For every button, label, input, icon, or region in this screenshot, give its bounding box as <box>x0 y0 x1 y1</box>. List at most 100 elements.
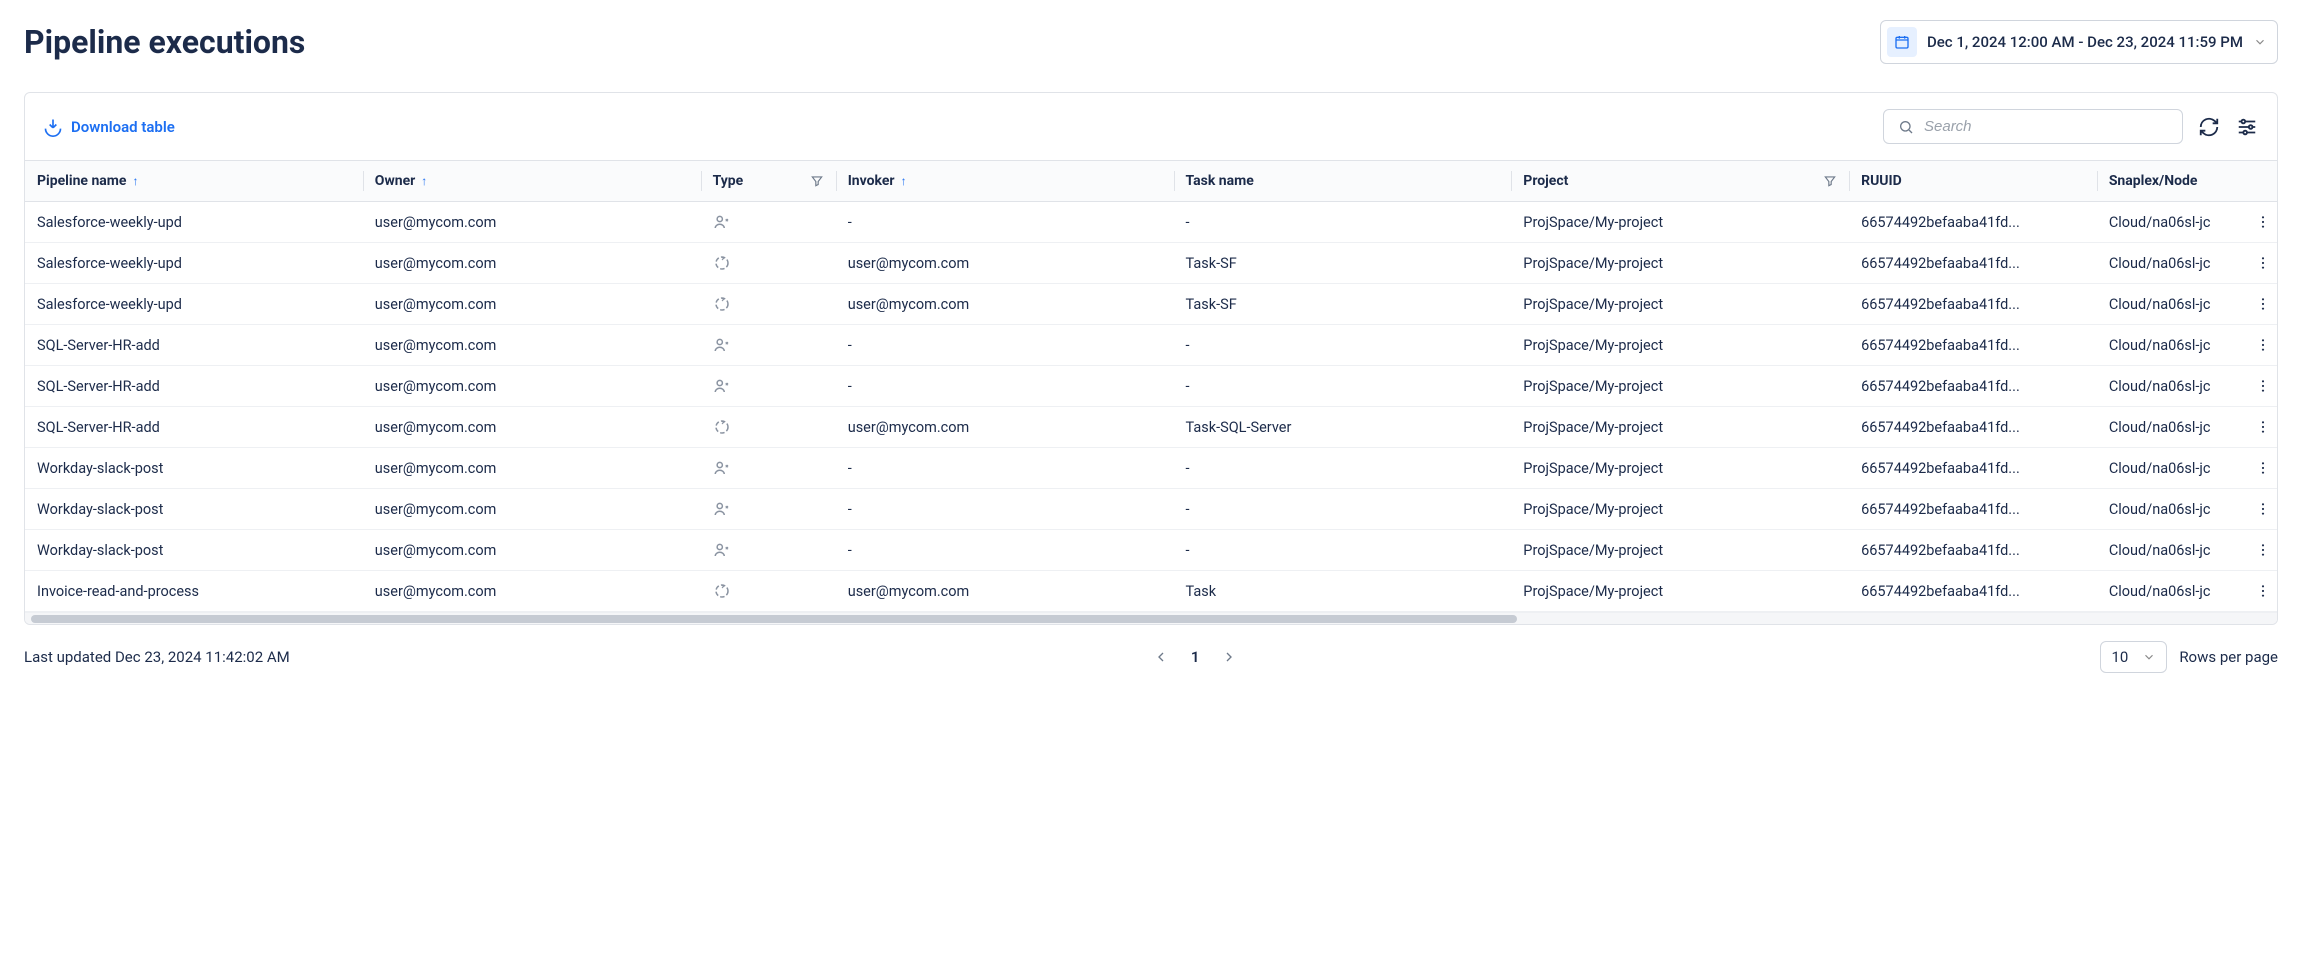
page-title: Pipeline executions <box>24 23 305 61</box>
cell-invoker: user@mycom.com <box>836 407 1174 448</box>
cell-pipeline: SQL-Server-HR-add <box>25 366 363 407</box>
cell-ruuid: 66574492befaaba41fd... <box>1849 530 2097 571</box>
date-range-picker[interactable]: Dec 1, 2024 12:00 AM - Dec 23, 2024 11:5… <box>1880 20 2278 64</box>
col-label: Pipeline name <box>37 173 127 189</box>
current-page: 1 <box>1191 648 1200 666</box>
sort-asc-icon: ↑ <box>901 174 907 188</box>
cell-task: - <box>1174 325 1512 366</box>
col-label: Type <box>713 173 744 189</box>
rows-per-page-label: Rows per page <box>2179 648 2278 666</box>
user-icon <box>713 541 824 559</box>
cell-pipeline: Salesforce-weekly-upd <box>25 243 363 284</box>
row-actions-button[interactable] <box>2255 296 2271 312</box>
download-table-button[interactable]: Download table <box>43 117 175 137</box>
cell-project: ProjSpace/My-project <box>1511 407 1849 448</box>
table-row[interactable]: SQL-Server-HR-adduser@mycom.com--ProjSpa… <box>25 366 2277 407</box>
col-ruuid[interactable]: RUUID <box>1849 161 2097 202</box>
cell-project: ProjSpace/My-project <box>1511 202 1849 243</box>
table-row[interactable]: Workday-slack-postuser@mycom.com--ProjSp… <box>25 530 2277 571</box>
cell-ruuid: 66574492befaaba41fd... <box>1849 366 2097 407</box>
table-row[interactable]: Workday-slack-postuser@mycom.com--ProjSp… <box>25 448 2277 489</box>
cell-invoker: - <box>836 530 1174 571</box>
cell-pipeline: Workday-slack-post <box>25 448 363 489</box>
row-actions-button[interactable] <box>2255 583 2271 599</box>
calendar-icon <box>1887 27 1917 57</box>
cell-type <box>701 571 836 612</box>
cell-invoker: - <box>836 202 1174 243</box>
settings-button[interactable] <box>2235 115 2259 139</box>
cell-owner: user@mycom.com <box>363 571 701 612</box>
cell-snaplex: Cloud/na06sl-jc <box>2097 448 2277 489</box>
row-actions-button[interactable] <box>2255 337 2271 353</box>
cell-invoker: - <box>836 366 1174 407</box>
row-actions-button[interactable] <box>2255 378 2271 394</box>
row-actions-button[interactable] <box>2255 460 2271 476</box>
auto-icon <box>713 295 824 313</box>
filter-icon[interactable] <box>1823 174 1837 188</box>
cell-owner: user@mycom.com <box>363 489 701 530</box>
row-actions-button[interactable] <box>2255 501 2271 517</box>
table-row[interactable]: Invoice-read-and-processuser@mycom.comus… <box>25 571 2277 612</box>
page-header: Pipeline executions Dec 1, 2024 12:00 AM… <box>24 20 2278 64</box>
executions-table: Pipeline name↑ Owner↑ Type Invoker↑ <box>25 160 2277 612</box>
col-project[interactable]: Project <box>1511 161 1849 202</box>
table-footer: Last updated Dec 23, 2024 11:42:02 AM 1 … <box>24 641 2278 673</box>
cell-pipeline: Salesforce-weekly-upd <box>25 284 363 325</box>
col-snaplex[interactable]: Snaplex/Node <box>2097 161 2277 202</box>
col-invoker[interactable]: Invoker↑ <box>836 161 1174 202</box>
cell-snaplex: Cloud/na06sl-jc <box>2097 407 2277 448</box>
cell-invoker: user@mycom.com <box>836 243 1174 284</box>
cell-pipeline: Salesforce-weekly-upd <box>25 202 363 243</box>
table-row[interactable]: Salesforce-weekly-upduser@mycom.com--Pro… <box>25 202 2277 243</box>
cell-pipeline: Workday-slack-post <box>25 489 363 530</box>
download-label: Download table <box>71 118 175 136</box>
cell-ruuid: 66574492befaaba41fd... <box>1849 284 2097 325</box>
row-actions-button[interactable] <box>2255 542 2271 558</box>
sort-asc-icon: ↑ <box>133 174 139 188</box>
scrollbar-thumb[interactable] <box>31 615 1517 623</box>
search-box[interactable] <box>1883 109 2183 144</box>
search-icon <box>1898 119 1914 135</box>
cell-task: - <box>1174 202 1512 243</box>
prev-page-button[interactable] <box>1153 649 1169 665</box>
cell-project: ProjSpace/My-project <box>1511 284 1849 325</box>
cell-snaplex: Cloud/na06sl-jc <box>2097 284 2277 325</box>
table-row[interactable]: Salesforce-weekly-upduser@mycom.comuser@… <box>25 284 2277 325</box>
table-row[interactable]: Salesforce-weekly-upduser@mycom.comuser@… <box>25 243 2277 284</box>
search-input[interactable] <box>1924 118 2168 135</box>
col-label: RUUID <box>1861 173 1902 189</box>
cell-owner: user@mycom.com <box>363 243 701 284</box>
col-task-name[interactable]: Task name <box>1174 161 1512 202</box>
cell-pipeline: Invoice-read-and-process <box>25 571 363 612</box>
cell-project: ProjSpace/My-project <box>1511 571 1849 612</box>
table-row[interactable]: SQL-Server-HR-adduser@mycom.com--ProjSpa… <box>25 325 2277 366</box>
row-actions-button[interactable] <box>2255 419 2271 435</box>
user-icon <box>713 377 824 395</box>
table-row[interactable]: Workday-slack-postuser@mycom.com--ProjSp… <box>25 489 2277 530</box>
cell-ruuid: 66574492befaaba41fd... <box>1849 407 2097 448</box>
refresh-button[interactable] <box>2197 115 2221 139</box>
table-row[interactable]: SQL-Server-HR-adduser@mycom.comuser@myco… <box>25 407 2277 448</box>
cell-task: - <box>1174 448 1512 489</box>
row-actions-button[interactable] <box>2255 255 2271 271</box>
horizontal-scrollbar[interactable] <box>25 612 2277 624</box>
cell-snaplex: Cloud/na06sl-jc <box>2097 489 2277 530</box>
cell-snaplex: Cloud/na06sl-jc <box>2097 366 2277 407</box>
cell-task: - <box>1174 489 1512 530</box>
col-label: Owner <box>375 173 415 189</box>
cell-project: ProjSpace/My-project <box>1511 366 1849 407</box>
filter-icon[interactable] <box>810 174 824 188</box>
cell-snaplex: Cloud/na06sl-jc <box>2097 571 2277 612</box>
col-owner[interactable]: Owner↑ <box>363 161 701 202</box>
next-page-button[interactable] <box>1221 649 1237 665</box>
col-type[interactable]: Type <box>701 161 836 202</box>
col-pipeline-name[interactable]: Pipeline name ↑ <box>25 161 363 202</box>
rows-per-page-select[interactable]: 10 <box>2100 641 2167 673</box>
row-actions-button[interactable] <box>2255 214 2271 230</box>
cell-type <box>701 202 836 243</box>
cell-task: Task <box>1174 571 1512 612</box>
user-icon <box>713 336 824 354</box>
table-wrap: Pipeline name↑ Owner↑ Type Invoker↑ <box>25 160 2277 612</box>
user-icon <box>713 459 824 477</box>
cell-owner: user@mycom.com <box>363 284 701 325</box>
